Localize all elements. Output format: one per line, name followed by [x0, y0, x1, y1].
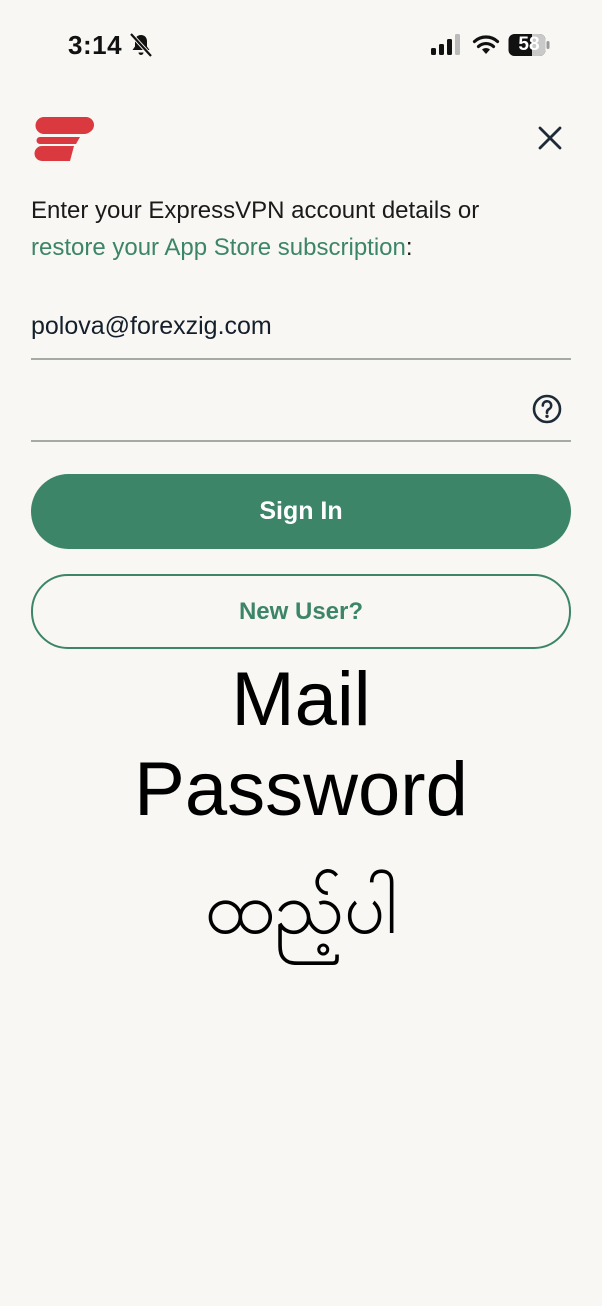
password-field[interactable] [31, 385, 571, 442]
overlay-mail-label: Mail [231, 657, 371, 742]
close-icon[interactable] [532, 120, 568, 156]
intro-text-end: : [405, 234, 413, 261]
new-user-button[interactable]: New User? [31, 574, 571, 649]
email-value: polova@forexzig.com [31, 312, 272, 340]
status-bar: 3:14 58 [0, 0, 602, 90]
status-time: 3:14 [68, 30, 123, 60]
expressvpn-logo [34, 117, 94, 161]
intro-text: Enter your ExpressVPN account details or… [31, 192, 576, 266]
overlay-enter-label: ထည့်ပါ [204, 866, 398, 950]
cellular-signal-icon [431, 34, 460, 55]
restore-subscription-link[interactable]: restore your App Store subscription [31, 234, 406, 261]
bell-slash-icon [129, 32, 153, 58]
email-field[interactable]: polova@forexzig.com [31, 308, 571, 360]
overlay-password-label: Password [134, 747, 468, 832]
question-mark-help-icon[interactable] [531, 393, 563, 425]
intro-text-start: Enter your ExpressVPN account details or [31, 197, 480, 224]
sign-in-button[interactable]: Sign In [31, 474, 571, 549]
battery-level: 58 [518, 34, 540, 55]
wifi-icon [472, 35, 500, 54]
